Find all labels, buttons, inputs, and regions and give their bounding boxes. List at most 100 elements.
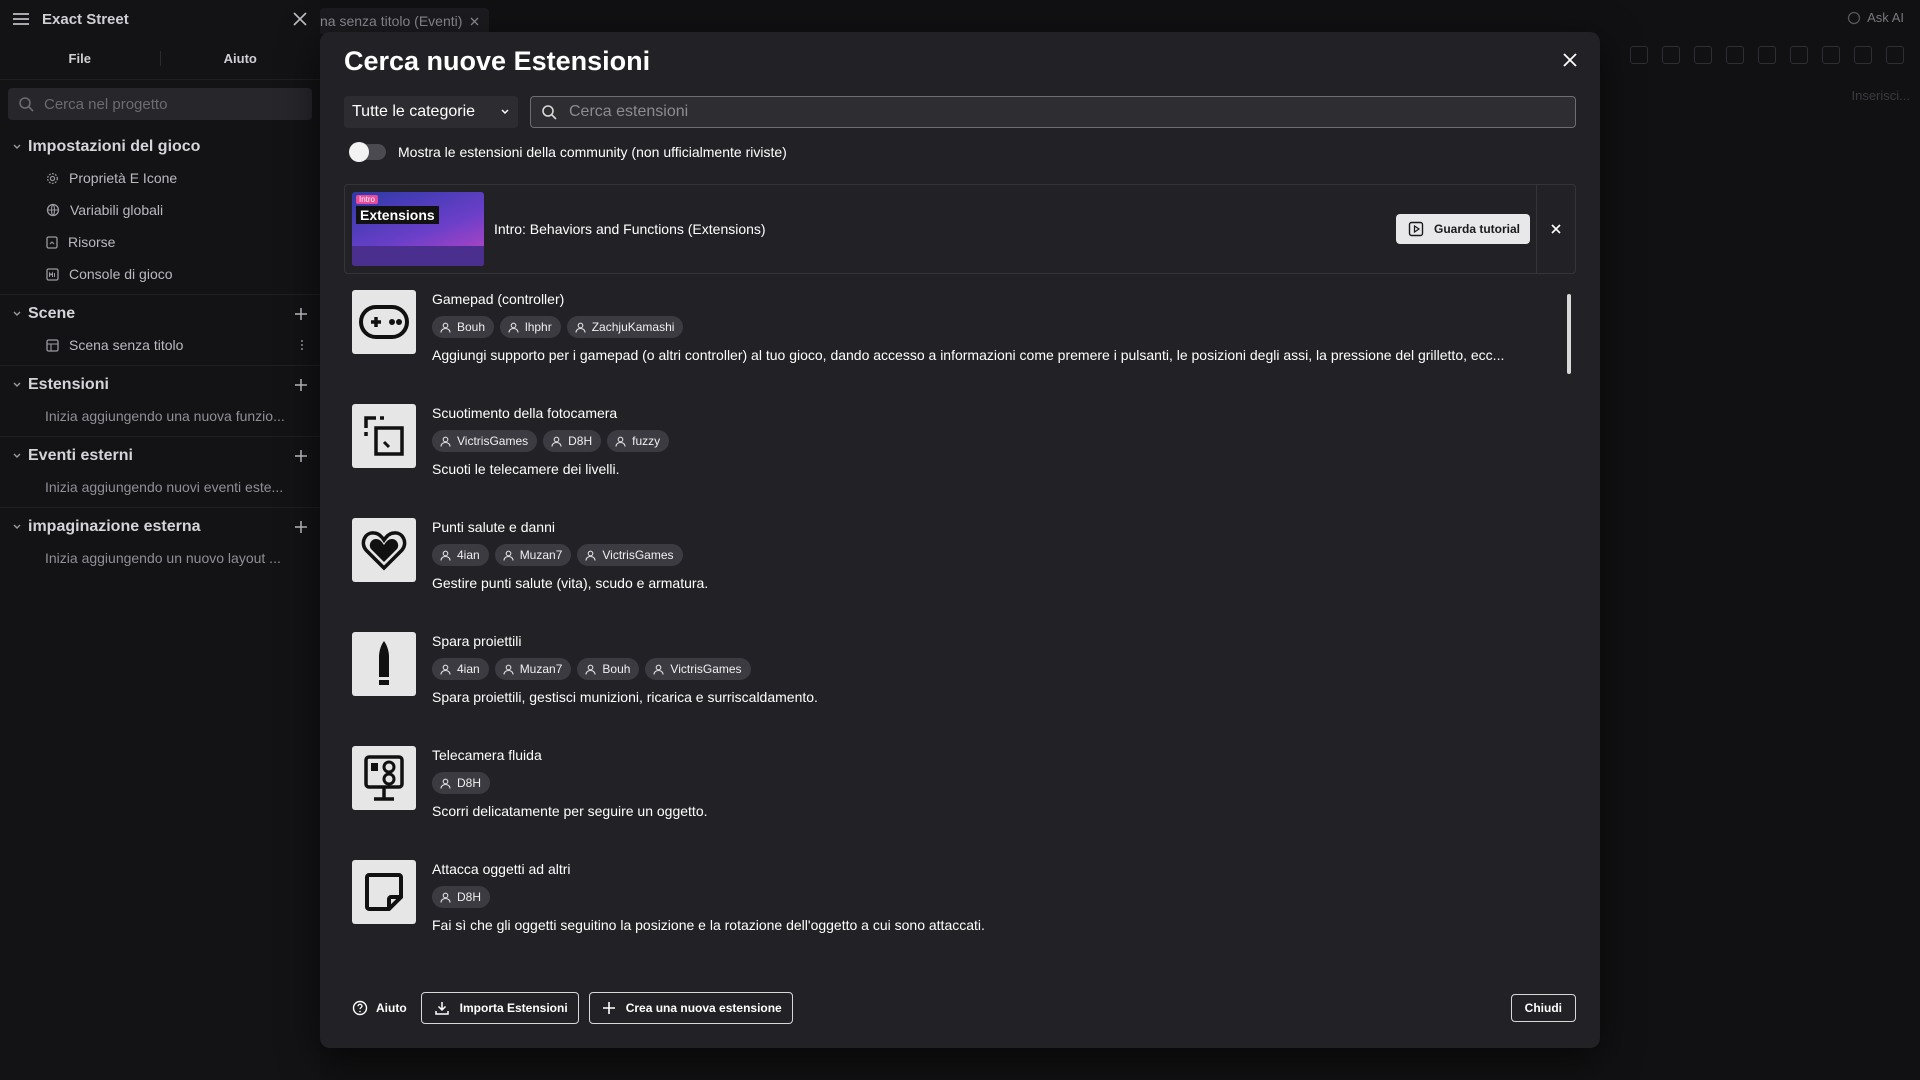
section-header-external-layout[interactable]: impaginazione esterna [0,512,320,542]
author-chip[interactable]: VictrisGames [432,430,538,452]
scene-icon [46,338,59,352]
add-comment-icon[interactable] [1726,46,1744,64]
user-icon [440,664,451,675]
tab-help[interactable]: Aiuto [159,51,321,66]
add-external-events-icon[interactable] [294,449,308,463]
author-chip[interactable]: Muzan7 [494,544,572,566]
project-search [8,88,312,120]
search-icon [18,96,34,112]
delete-icon[interactable] [1790,46,1808,64]
watch-tutorial-button[interactable]: Guarda tutorial [1395,214,1530,244]
extension-name: Spara proiettili [432,633,522,649]
extension-item-health[interactable]: Punti salute e danni 4ian Muzan7 Victris… [344,510,1576,624]
dismiss-tutorial-icon[interactable] [1537,224,1575,234]
extension-description: Fai sì che gli oggetti seguitino la posi… [432,917,985,933]
add-scene-icon[interactable] [294,307,308,321]
user-icon [440,436,451,447]
extension-item-camera-shake[interactable]: Scuotimento della fotocamera VictrisGame… [344,396,1576,510]
plus-icon [602,1001,616,1015]
author-list: 4ian Muzan7 Bouh VictrisGames [432,658,818,680]
chevron-down-icon [12,380,22,390]
close-tab-icon[interactable] [470,17,479,26]
smooth-camera-icon [352,746,416,810]
author-chip[interactable]: D8H [543,430,602,452]
section-header-external-events[interactable]: Eventi esterni [0,441,320,471]
author-chip[interactable]: VictrisGames [645,658,751,680]
sidebar-item-global-variables[interactable]: Variabili globali [0,194,320,226]
search-icon [541,104,557,120]
sidebar-item-scene[interactable]: Scena senza titolo [0,329,320,361]
author-chip[interactable]: lhphr [500,316,561,338]
user-icon [440,892,451,903]
import-extensions-button[interactable]: Importa Estensioni [420,992,579,1024]
author-chip[interactable]: D8H [432,772,491,794]
redo-icon[interactable] [1854,46,1872,64]
more-options-icon[interactable] [300,339,304,351]
resources-icon [46,235,58,249]
author-chip[interactable]: D8H [432,886,491,908]
list-scrollbar-thumb[interactable] [1567,294,1571,374]
undo-icon[interactable] [1822,46,1840,64]
community-toggle[interactable] [349,142,386,162]
chevron-down-icon [12,451,22,461]
section-label: Impostazioni del gioco [28,138,201,155]
close-button[interactable]: Chiudi [1510,994,1576,1022]
author-chip[interactable]: Bouh [432,316,495,338]
section-external-events: Eventi esterni Inizia aggiungendo nuovi … [0,437,320,508]
author-chip[interactable]: 4ian [432,658,489,680]
user-icon [440,322,451,333]
add-extension-icon[interactable] [294,378,308,392]
ask-ai-label: Ask AI [1867,10,1904,25]
section-header-game-settings[interactable]: Impostazioni del gioco [0,132,320,162]
author-chip[interactable]: ZachjuKamashi [566,316,684,338]
author-list: VictrisGames D8H fuzzy [432,430,670,452]
ask-ai-button[interactable]: Ask AI [1847,10,1904,25]
help-button[interactable]: Aiuto [352,1000,407,1016]
add-icon[interactable] [1758,46,1776,64]
section-header-extensions[interactable]: Estensioni [0,370,320,400]
watch-tutorial-label: Guarda tutorial [1433,222,1520,236]
extension-item-gamepad[interactable]: Gamepad (controller) Bouh lhphr ZachjuKa… [344,282,1576,396]
close-dialog-icon[interactable] [1562,52,1578,68]
add-external-layout-icon[interactable] [294,520,308,534]
create-extension-button[interactable]: Crea una nuova estensione [588,992,793,1024]
project-search-input[interactable] [44,95,284,113]
list-scrollbar[interactable] [1566,286,1572,972]
extension-item-sticker[interactable]: Attacca oggetti ad altri D8H Fai sì che … [344,852,1576,966]
editor-tab[interactable]: na senza titolo (Eventi) [320,8,490,34]
sidebar-item-label: Console di gioco [69,266,173,282]
user-icon [615,436,626,447]
user-icon [551,436,562,447]
extensions-list: Gamepad (controller) Bouh lhphr ZachjuKa… [344,282,1576,972]
add-subevent-icon[interactable] [1662,46,1680,64]
camera-shake-icon [352,404,416,468]
category-select[interactable]: Tutte le categorie [344,96,518,128]
author-chip[interactable]: VictrisGames [577,544,683,566]
sidebar-item-properties[interactable]: Proprietà E Icone [0,162,320,194]
add-event-icon[interactable] [1630,46,1648,64]
author-chip[interactable]: 4ian [432,544,489,566]
author-chip[interactable]: Muzan7 [494,658,572,680]
search-icon[interactable] [1886,46,1904,64]
extension-search-input[interactable] [569,103,1549,121]
extension-item-smooth-camera[interactable]: Telecamera fluida D8H Scorri delicatamen… [344,738,1576,852]
author-name: fuzzy [632,434,661,448]
sidebar-item-resources[interactable]: Risorse [0,226,320,258]
project-header: Exact Street [0,0,320,38]
chevron-down-icon [500,108,510,116]
author-name: Muzan7 [519,662,563,676]
add-group-icon[interactable] [1694,46,1712,64]
author-chip[interactable]: fuzzy [607,430,670,452]
sidebar-item-game-console[interactable]: Console di gioco [0,258,320,290]
tutorial-banner: Intro Extensions Intro: Behaviors and Fu… [344,184,1576,274]
close-icon[interactable] [292,11,308,27]
author-name: D8H [457,890,482,904]
category-select-value: Tutte le categorie [352,103,476,120]
section-header-scenes[interactable]: Scene [0,299,320,329]
help-icon [352,1000,368,1016]
menu-icon[interactable] [12,12,30,26]
author-chip[interactable]: Bouh [577,658,640,680]
tab-file[interactable]: File [0,51,160,66]
extension-item-fire-bullets[interactable]: Spara proiettili 4ian Muzan7 Bouh Victri… [344,624,1576,738]
community-toggle-row: Mostra le estensioni della community (no… [349,142,787,162]
